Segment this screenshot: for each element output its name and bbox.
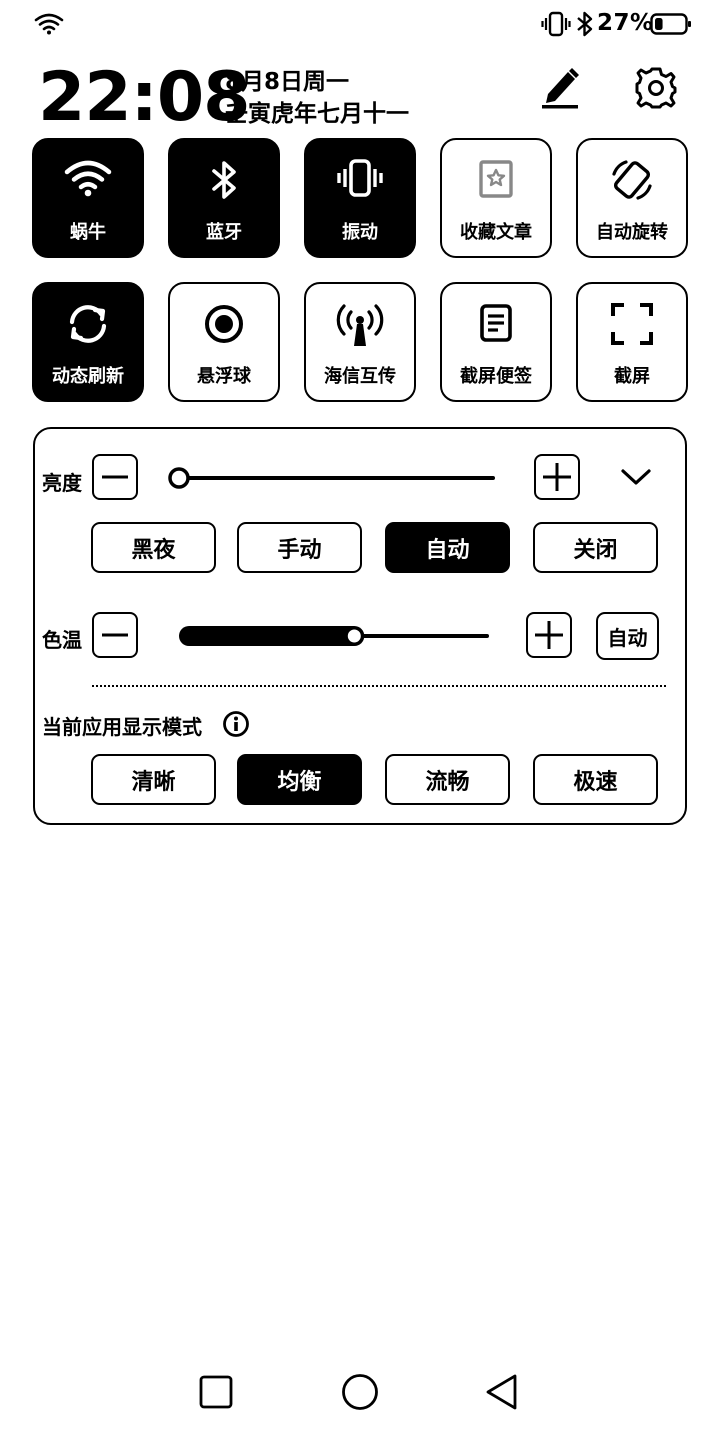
status-bar: 27% (0, 0, 720, 50)
vibrate-icon (541, 11, 571, 37)
tile-dynamic-refresh[interactable]: 动态刷新 (32, 282, 144, 402)
tile-label: 自动旋转 (596, 222, 668, 243)
tile-label: 振动 (342, 222, 378, 243)
tile-hisense-share[interactable]: 海信互传 (304, 282, 416, 402)
refresh-icon (69, 305, 107, 343)
color-temp-auto-button[interactable]: 自动 (596, 612, 659, 660)
tile-screenshot-note[interactable]: 截屏便签 (440, 282, 552, 402)
floating-ball-icon (205, 305, 243, 343)
bluetooth-icon (212, 161, 236, 199)
brightness-slider[interactable] (167, 465, 499, 491)
divider (92, 685, 666, 687)
tile-floating-ball[interactable]: 悬浮球 (168, 282, 280, 402)
tile-label: 海信互传 (324, 366, 396, 387)
tile-label: 截屏便签 (460, 366, 532, 387)
note-icon (480, 304, 512, 342)
battery-percentage: 27% (597, 10, 654, 36)
chevron-down-icon[interactable] (620, 467, 652, 487)
tile-label: 截屏 (614, 366, 650, 387)
tile-wifi[interactable]: 蜗牛 (32, 138, 144, 258)
tile-bookmark-articles[interactable]: 收藏文章 (440, 138, 552, 258)
brightness-mode-night[interactable]: 黑夜 (91, 522, 216, 573)
tile-label: 蓝牙 (206, 222, 242, 243)
wifi-icon (64, 160, 112, 197)
tile-label: 悬浮球 (197, 366, 251, 387)
minus-icon (102, 475, 128, 479)
battery-icon (650, 13, 691, 35)
tile-vibrate[interactable]: 振动 (304, 138, 416, 258)
edit-icon[interactable] (538, 64, 582, 110)
info-icon[interactable] (222, 710, 250, 738)
display-mode-fast[interactable]: 极速 (533, 754, 658, 805)
brightness-mode-off[interactable]: 关闭 (533, 522, 658, 573)
tile-label: 收藏文章 (460, 222, 532, 243)
minus-icon (102, 633, 128, 637)
brightness-label: 亮度 (42, 471, 82, 495)
auto-rotate-icon (612, 160, 652, 200)
screenshot-icon (611, 303, 653, 345)
tile-auto-rotate[interactable]: 自动旋转 (576, 138, 688, 258)
color-temp-increase-button[interactable] (526, 612, 572, 658)
brightness-decrease-button[interactable] (92, 454, 138, 500)
brightness-mode-manual[interactable]: 手动 (237, 522, 362, 573)
back-icon[interactable] (482, 1372, 522, 1412)
display-mode-clear[interactable]: 清晰 (91, 754, 216, 805)
tile-bluetooth[interactable]: 蓝牙 (168, 138, 280, 258)
vibrate-icon (337, 159, 383, 197)
display-mode-balanced[interactable]: 均衡 (237, 754, 362, 805)
tile-label: 蜗牛 (70, 222, 106, 243)
clock-time: 22:08 (38, 58, 250, 137)
bluetooth-icon (577, 11, 593, 37)
bookmark-star-icon (479, 160, 513, 198)
tile-label: 动态刷新 (52, 366, 124, 387)
color-temp-decrease-button[interactable] (92, 612, 138, 658)
brightness-mode-auto[interactable]: 自动 (385, 522, 510, 573)
lunar-date-text: 壬寅虎年七月十一 (225, 101, 409, 127)
color-temp-slider[interactable] (179, 622, 491, 650)
display-control-panel: 亮度 黑夜 手动 自动 关闭 色温 自动 当前应用显示模式 清晰 均衡 流畅 极… (33, 427, 687, 825)
display-mode-label: 当前应用显示模式 (42, 715, 202, 739)
plus-icon (535, 621, 563, 649)
brightness-increase-button[interactable] (534, 454, 580, 500)
recents-icon[interactable] (196, 1372, 236, 1412)
wifi-icon (34, 13, 64, 35)
home-icon[interactable] (340, 1372, 380, 1412)
display-mode-smooth[interactable]: 流畅 (385, 754, 510, 805)
plus-icon (543, 463, 571, 491)
settings-icon[interactable] (634, 66, 678, 110)
tile-screenshot[interactable]: 截屏 (576, 282, 688, 402)
color-temp-label: 色温 (42, 628, 82, 652)
date-text: 8月8日周一 (225, 69, 350, 95)
antenna-icon (336, 304, 384, 346)
